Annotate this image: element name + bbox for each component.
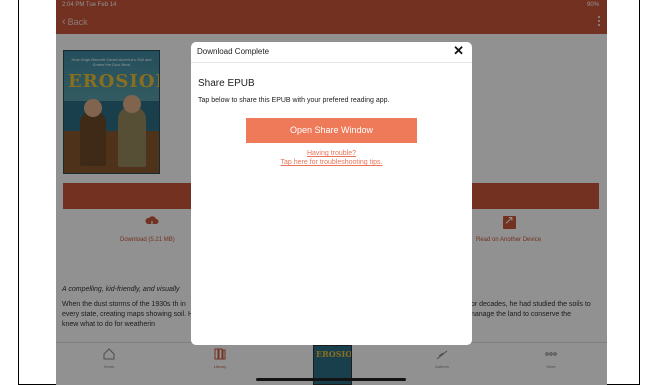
- dialog-header: Download Complete ✕: [191, 42, 472, 63]
- troubleshooting-tips-link[interactable]: Tap here for troubleshooting tips.: [191, 159, 472, 166]
- close-icon[interactable]: ✕: [453, 44, 464, 58]
- share-instructions: Tap below to share this EPUB with your p…: [198, 97, 390, 104]
- share-epub-heading: Share EPUB: [198, 78, 255, 89]
- having-trouble-link[interactable]: Having trouble?: [191, 150, 472, 157]
- frame-border-left: [18, 0, 19, 385]
- download-complete-dialog: Download Complete ✕ Share EPUB Tap below…: [191, 42, 472, 345]
- frame-border-right: [639, 0, 640, 385]
- open-share-window-button[interactable]: Open Share Window: [246, 118, 417, 143]
- dialog-title: Download Complete: [197, 47, 270, 56]
